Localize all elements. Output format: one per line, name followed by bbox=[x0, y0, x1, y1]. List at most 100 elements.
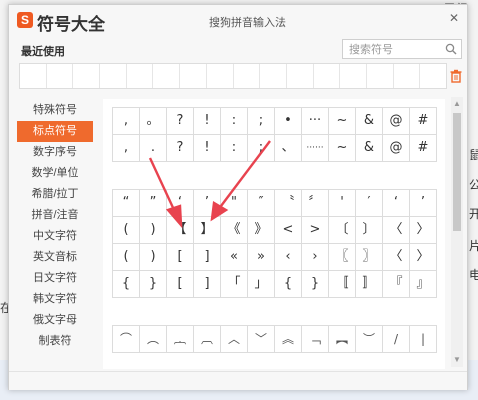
symbol-cell[interactable]: ······ bbox=[302, 135, 329, 162]
symbol-cell[interactable]: 〖 bbox=[329, 244, 356, 271]
symbol-cell[interactable]: 】 bbox=[194, 217, 221, 244]
symbol-cell[interactable]: & bbox=[356, 108, 383, 135]
symbol-cell[interactable]: 〗 bbox=[356, 244, 383, 271]
recent-slot[interactable] bbox=[153, 64, 181, 88]
symbol-cell[interactable]: ﹀ bbox=[248, 326, 275, 353]
symbol-cell[interactable]: ″ bbox=[248, 190, 275, 217]
recent-slot[interactable] bbox=[260, 64, 287, 88]
recent-slot[interactable] bbox=[20, 64, 47, 88]
symbol-cell[interactable]: ︽ bbox=[275, 326, 302, 353]
recent-slot[interactable] bbox=[420, 64, 446, 88]
symbol-cell[interactable]: { bbox=[275, 271, 302, 298]
symbol-cell[interactable]: ⌒ bbox=[113, 326, 140, 353]
symbol-cell[interactable]: » bbox=[248, 244, 275, 271]
sidebar-item[interactable]: 拼音/注音 bbox=[17, 205, 93, 226]
symbol-cell[interactable]: ] bbox=[194, 271, 221, 298]
symbol-cell[interactable]: ’ bbox=[410, 190, 437, 217]
sidebar-item[interactable]: 希腊/拉丁 bbox=[17, 184, 93, 205]
symbol-cell[interactable]: ︻ bbox=[329, 326, 356, 353]
scroll-thumb[interactable] bbox=[453, 113, 461, 231]
recent-slot[interactable] bbox=[394, 64, 421, 88]
symbol-cell[interactable]: › bbox=[302, 244, 329, 271]
symbol-cell[interactable]: ! bbox=[194, 108, 221, 135]
symbol-cell[interactable]: ( bbox=[113, 217, 140, 244]
symbol-cell[interactable]: ( bbox=[113, 244, 140, 271]
sidebar-item[interactable]: 数学/单位 bbox=[17, 163, 93, 184]
close-icon[interactable]: ✕ bbox=[447, 11, 461, 25]
symbol-cell[interactable]: 〚 bbox=[329, 271, 356, 298]
sidebar-item[interactable]: 韩文字符 bbox=[17, 289, 93, 310]
symbol-cell[interactable]: ‘ bbox=[383, 190, 410, 217]
symbol-cell[interactable]: 』 bbox=[410, 271, 437, 298]
sidebar-item[interactable]: 制表符 bbox=[17, 331, 93, 352]
sidebar-item[interactable]: 俄文字母 bbox=[17, 310, 93, 331]
recent-slot[interactable] bbox=[47, 64, 74, 88]
symbol-cell[interactable]: { bbox=[113, 271, 140, 298]
symbol-cell[interactable]: ; bbox=[248, 135, 275, 162]
symbol-cell[interactable]: ︷ bbox=[167, 326, 194, 353]
scroll-down-icon[interactable]: ▼ bbox=[452, 355, 462, 365]
symbol-cell[interactable]: ? bbox=[167, 135, 194, 162]
symbol-cell[interactable]: 」 bbox=[248, 271, 275, 298]
symbol-cell[interactable]: , bbox=[113, 108, 140, 135]
symbol-cell[interactable]: 〛 bbox=[356, 271, 383, 298]
symbol-cell[interactable]: : bbox=[221, 135, 248, 162]
symbol-cell[interactable]: | bbox=[410, 326, 437, 353]
symbol-cell[interactable]: 《 bbox=[221, 217, 248, 244]
recent-slot[interactable] bbox=[367, 64, 394, 88]
recent-slot[interactable] bbox=[234, 64, 261, 88]
symbol-cell[interactable]: [ bbox=[167, 244, 194, 271]
symbol-cell[interactable]: # bbox=[410, 135, 437, 162]
symbol-cell[interactable]: ; bbox=[248, 108, 275, 135]
sidebar-item[interactable]: 英文音标 bbox=[17, 247, 93, 268]
symbol-cell[interactable]: “ bbox=[113, 190, 140, 217]
symbol-cell[interactable]: } bbox=[140, 271, 167, 298]
symbol-cell[interactable]: • bbox=[275, 108, 302, 135]
title-bar[interactable]: S 符号大全 搜狗拼音输入法 ✕ bbox=[9, 5, 467, 35]
search-input[interactable] bbox=[347, 41, 445, 59]
recent-slot[interactable] bbox=[180, 64, 207, 88]
symbol-cell[interactable]: 〞 bbox=[302, 190, 329, 217]
symbol-cell[interactable]: 〈 bbox=[383, 244, 410, 271]
symbol-cell[interactable]: ' bbox=[329, 190, 356, 217]
symbol-cell[interactable]: 「 bbox=[221, 271, 248, 298]
symbol-cell[interactable]: ‘ bbox=[167, 190, 194, 217]
recent-slot[interactable] bbox=[207, 64, 234, 88]
symbol-cell[interactable]: 【 bbox=[167, 217, 194, 244]
symbol-cell[interactable]: 〔 bbox=[329, 217, 356, 244]
symbol-cell[interactable]: ! bbox=[194, 135, 221, 162]
symbol-cell[interactable]: : bbox=[221, 108, 248, 135]
symbol-cell[interactable]: 〈 bbox=[383, 217, 410, 244]
symbol-cell[interactable]: @ bbox=[383, 108, 410, 135]
symbol-cell[interactable]: ~ bbox=[329, 135, 356, 162]
symbol-cell[interactable]: ’ bbox=[194, 190, 221, 217]
scroll-up-icon[interactable]: ▲ bbox=[452, 99, 462, 109]
symbol-cell[interactable]: ︹ bbox=[194, 326, 221, 353]
symbol-cell[interactable]: 『 bbox=[383, 271, 410, 298]
recent-slot[interactable] bbox=[340, 64, 367, 88]
symbol-cell[interactable]: < bbox=[275, 217, 302, 244]
sidebar-item[interactable]: 中文字符 bbox=[17, 226, 93, 247]
symbol-cell[interactable]: 〉 bbox=[410, 217, 437, 244]
symbol-cell[interactable]: & bbox=[356, 135, 383, 162]
symbol-cell[interactable]: / bbox=[383, 326, 410, 353]
search-icon[interactable] bbox=[445, 43, 457, 55]
symbol-cell[interactable]: 》 bbox=[248, 217, 275, 244]
recent-slot[interactable] bbox=[100, 64, 127, 88]
symbol-cell[interactable]: ) bbox=[140, 244, 167, 271]
symbol-cell[interactable]: ) bbox=[140, 217, 167, 244]
symbol-cell[interactable]: > bbox=[302, 217, 329, 244]
recent-slot[interactable] bbox=[73, 64, 101, 88]
recent-slot[interactable] bbox=[287, 64, 314, 88]
symbol-cell[interactable]: ” bbox=[140, 190, 167, 217]
search-box[interactable] bbox=[342, 39, 462, 59]
symbol-cell[interactable]: } bbox=[302, 271, 329, 298]
symbol-cell[interactable]: ︿ bbox=[221, 326, 248, 353]
sidebar-item[interactable]: 数字序号 bbox=[17, 142, 93, 163]
symbol-cell[interactable]: ··· bbox=[302, 108, 329, 135]
symbol-cell[interactable]: ′ bbox=[356, 190, 383, 217]
sidebar-item[interactable]: 特殊符号 bbox=[17, 100, 93, 121]
recent-slot[interactable] bbox=[127, 64, 154, 88]
symbol-cell[interactable]: , bbox=[113, 135, 140, 162]
symbol-cell[interactable]: ? bbox=[167, 108, 194, 135]
